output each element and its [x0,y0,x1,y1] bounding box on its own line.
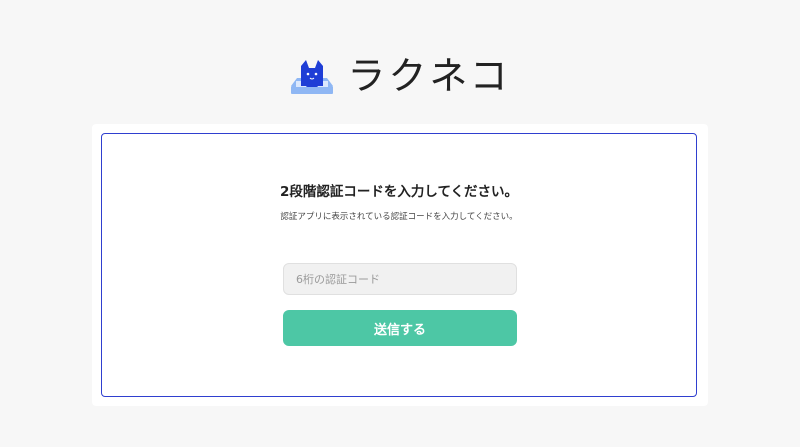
brand-logo: ラクネコ [0,54,800,98]
instruction-text: 認証アプリに表示されている認証コードを入力してください。 [280,212,518,222]
auth-code-input[interactable] [283,263,517,295]
page-title: 2段階認証コードを入力してください。 [279,184,519,200]
brand-name: ラクネコ [347,54,511,98]
submit-button[interactable]: 送信する [283,310,517,346]
two-factor-card: 2段階認証コードを入力してください。 認証アプリに表示されている認証コードを入力… [101,133,697,397]
cat-on-tray-icon [291,60,334,94]
